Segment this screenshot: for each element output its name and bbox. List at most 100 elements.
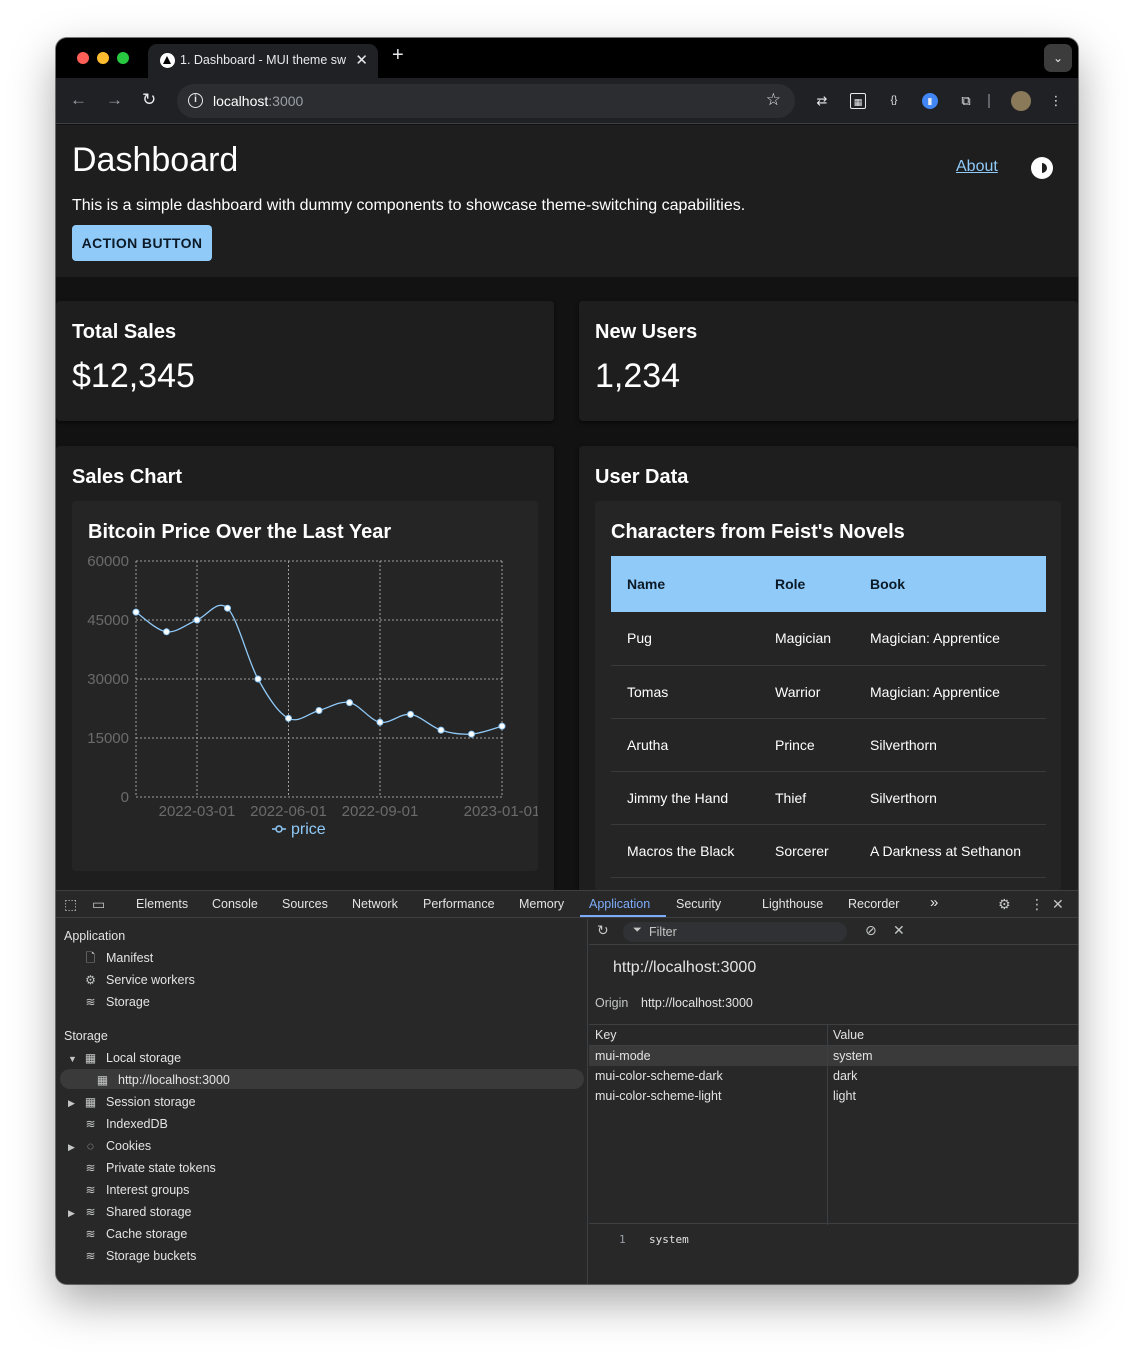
table-row[interactable]: Jimmy the Hand Thief Silverthorn (611, 771, 1046, 825)
close-window-button[interactable] (77, 52, 89, 64)
user-data-card: User Data Characters from Feist's Novels… (579, 446, 1078, 890)
tab-memory[interactable]: Memory (519, 897, 564, 911)
kv-row[interactable]: mui-color-scheme-dark dark (589, 1066, 1078, 1086)
bookmark-star-icon[interactable]: ☆ (766, 90, 781, 110)
sidebar-item-storage[interactable]: Storage (106, 995, 150, 1009)
sidebar-item-shared-storage[interactable]: Shared storage (106, 1205, 191, 1219)
table-row[interactable]: Tomas Warrior Magician: Apprentice (611, 665, 1046, 719)
sidebar-item-local-storage[interactable]: Local storage (106, 1051, 181, 1065)
page-title: Dashboard (72, 141, 239, 179)
x-tick-label: 2022-03-01 (159, 803, 236, 820)
tab-search-chevron-icon[interactable]: ⌄ (1044, 44, 1072, 72)
maximize-window-button[interactable] (117, 52, 129, 64)
filter-input[interactable]: ⏷ Filter (623, 922, 847, 942)
column-header-name[interactable]: Name (611, 556, 759, 612)
tab-security[interactable]: Security (676, 897, 721, 911)
service-workers-gear-icon: ⚙ (85, 973, 96, 987)
delete-selected-icon[interactable]: ✕ (893, 922, 905, 939)
table-row[interactable]: Macros the Black Sorcerer A Darkness at Se… (611, 824, 1046, 878)
data-point (468, 730, 475, 738)
sidebar-item-storage-buckets[interactable]: Storage buckets (106, 1249, 196, 1263)
tab-performance[interactable]: Performance (423, 897, 495, 911)
line-chart: 0 15000 30000 45000 60000 2022-03-01 2022-06-0… (87, 553, 538, 838)
data-point (407, 710, 414, 718)
column-divider[interactable] (827, 1025, 828, 1225)
table-row[interactable]: Pug Magician Magician: Apprentice (611, 612, 1046, 666)
theme-toggle-icon[interactable] (1031, 157, 1053, 179)
extension-sync-icon[interactable]: ⇄ (814, 93, 830, 109)
tab-network[interactable]: Network (352, 897, 398, 911)
clear-all-icon[interactable]: ⊘ (865, 922, 877, 939)
intro-text: This is a simple dashboard with dummy co… (72, 197, 746, 214)
sidebar-item-private-state-tokens[interactable]: Private state tokens (106, 1161, 216, 1175)
sidebar-item-cookies[interactable]: Cookies (106, 1139, 151, 1153)
expand-triangle-open-icon[interactable]: ▼ (68, 1054, 77, 1064)
forward-arrow-icon[interactable]: → (106, 90, 123, 110)
tab-close-icon[interactable]: ✕ (355, 51, 368, 69)
reload-icon[interactable]: ↻ (142, 90, 156, 110)
x-tick-label: 2022-09-01 (342, 803, 419, 820)
kv-row[interactable]: mui-mode system (589, 1046, 1078, 1066)
address-bar[interactable]: i localhost:3000 ☆ (177, 84, 795, 118)
data-point (254, 675, 262, 683)
sidebar-item-manifest[interactable]: Manifest (106, 951, 153, 965)
new-tab-button[interactable]: + (392, 44, 404, 67)
expand-triangle-icon[interactable]: ▶ (68, 1208, 75, 1219)
url-text[interactable]: localhost:3000 (213, 93, 303, 109)
private-state-tokens-database-icon: ≋ (85, 1161, 96, 1175)
cookies-icon: ◌ (86, 1139, 95, 1153)
tab-console[interactable]: Console (212, 897, 258, 911)
tab-recorder[interactable]: Recorder (848, 897, 899, 911)
inspect-element-icon[interactable]: ⬚ (64, 896, 77, 913)
table-header-row: Name Role Book (611, 556, 1046, 612)
cell-role: Thief (759, 771, 854, 825)
sidebar-item-interest-groups[interactable]: Interest groups (106, 1183, 189, 1197)
json-extension-icon[interactable]: {} (886, 93, 902, 109)
sidebar-item-indexeddb[interactable]: IndexedDB (106, 1117, 168, 1131)
tab-favicon-icon (160, 53, 175, 68)
column-header-role[interactable]: Role (759, 556, 854, 612)
qr-code-icon[interactable]: ▦ (850, 93, 866, 109)
manifest-file-icon: 🗋 (85, 951, 96, 965)
site-info-icon[interactable]: i (188, 93, 203, 108)
document-extension-icon[interactable]: ▮ (922, 93, 938, 109)
expand-triangle-icon[interactable]: ▶ (68, 1098, 75, 1109)
value-column-header[interactable]: Value (833, 1028, 864, 1042)
more-tabs-icon[interactable]: » (930, 894, 938, 911)
tab-sources[interactable]: Sources (282, 897, 328, 911)
price-series-line (135, 604, 503, 735)
device-toolbar-icon[interactable]: ▭ (92, 896, 105, 913)
sales-chart-card: Sales Chart Bitcoin Price Over the Last … (56, 446, 554, 890)
key-column-header[interactable]: Key (595, 1028, 617, 1042)
sidebar-item-localhost-origin[interactable]: http://localhost:3000 (118, 1073, 230, 1087)
tab-elements[interactable]: Elements (136, 897, 188, 911)
cell-name: Jimmy the Hand (611, 771, 759, 825)
kv-row[interactable]: mui-color-scheme-light light (589, 1086, 1078, 1106)
refresh-icon[interactable]: ↻ (597, 922, 609, 939)
action-button[interactable]: ACTION BUTTON (72, 225, 212, 261)
data-point (285, 714, 292, 722)
tab-lighthouse[interactable]: Lighthouse (762, 897, 823, 911)
sidebar-item-service-workers[interactable]: Service workers (106, 973, 195, 987)
shared-storage-database-icon: ≋ (85, 1205, 96, 1219)
table-row[interactable]: Arutha Prince Silverthorn (611, 718, 1046, 772)
sidebar-item-session-storage[interactable]: Session storage (106, 1095, 196, 1109)
new-users-value: 1,234 (595, 357, 681, 395)
browser-tab[interactable]: 1. Dashboard - MUI theme sw ✕ (148, 44, 378, 78)
profile-avatar[interactable] (1011, 91, 1031, 111)
devtools-menu-icon[interactable]: ⋮ (1030, 896, 1044, 913)
sidebar-item-cache-storage[interactable]: Cache storage (106, 1227, 187, 1241)
column-header-book[interactable]: Book (854, 556, 1046, 612)
settings-gear-icon[interactable]: ⚙ (998, 896, 1011, 913)
back-arrow-icon[interactable]: ← (70, 90, 87, 110)
cell-name: Tomas (611, 665, 759, 719)
close-devtools-icon[interactable]: ✕ (1052, 896, 1064, 913)
extensions-puzzle-icon[interactable]: ⧉ (958, 93, 974, 109)
about-link[interactable]: About (956, 158, 998, 176)
tab-application[interactable]: Application (589, 897, 650, 911)
y-tick-label: 15000 (87, 730, 129, 747)
browser-menu-icon[interactable]: ⋮ (1048, 93, 1064, 109)
expand-triangle-icon[interactable]: ▶ (68, 1142, 75, 1153)
data-point (163, 628, 170, 636)
minimize-window-button[interactable] (97, 52, 109, 64)
